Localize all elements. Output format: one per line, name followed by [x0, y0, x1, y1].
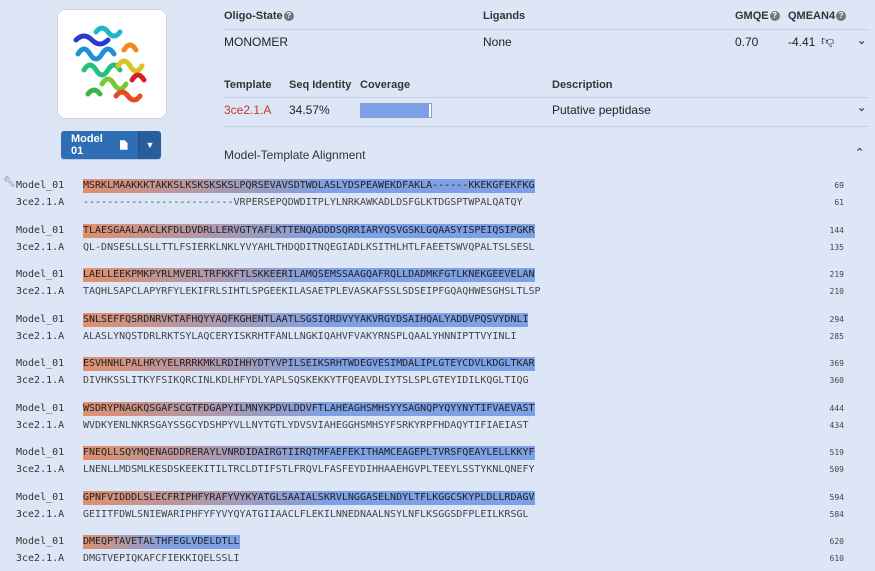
template-name-label: 3ce2.1.A: [16, 197, 65, 208]
residue-number: 135: [829, 243, 844, 252]
model-name-label: Model_01: [16, 447, 65, 458]
residue-number: 294: [829, 315, 844, 324]
template-sequence[interactable]: DIVHKSSLITKYFSIKQRCINLKDLHFYDLYAPLSQSKEK…: [83, 374, 683, 388]
template-sequence[interactable]: DMGTVEPIQKAFCFIEKKIQELSSLI: [83, 552, 683, 566]
model-sequence[interactable]: MSRKLMAAKKKTAKKSLKSKSKSKSLPQRSEVAVSDTWDL…: [83, 179, 535, 193]
qmean-header: QMEAN4?: [788, 10, 847, 22]
residue-number: 519: [829, 448, 844, 457]
info-icon[interactable]: ?: [836, 11, 847, 21]
model-name-label: Model_01: [16, 358, 65, 369]
chevron-down-icon[interactable]: ⌄: [857, 34, 866, 47]
coverage-header: Coverage: [360, 79, 411, 91]
model-name-label: Model_01: [16, 314, 65, 325]
template-name-label: 3ce2.1.A: [16, 420, 65, 431]
gmqe-label: GMQE: [735, 10, 769, 22]
residue-number: 61: [834, 198, 844, 207]
divider: [224, 29, 870, 30]
residue-number: 219: [829, 270, 844, 279]
thumbs-down-icon: 👎︎: [821, 33, 835, 48]
gmqe-value: 0.70: [735, 35, 759, 49]
template-name-label: 3ce2.1.A: [16, 242, 65, 253]
residue-number: 584: [829, 510, 844, 519]
residue-number: 509: [829, 465, 844, 474]
model-sequence[interactable]: TLAESGAALAACLKFDLDVDRLLERVGTYAFLKTTENQAD…: [83, 224, 535, 238]
residue-number: 144: [829, 226, 844, 235]
model-sequence[interactable]: SNLSEFFQSRDNRVKTAFHQYYAQFKGHENTLAATLSGSI…: [83, 313, 529, 327]
model-sequence[interactable]: WSDRYPNAGKQSGAFSCGTFDGAPYILMNYKPDVLDDVFT…: [83, 402, 535, 416]
model-name-label: Model_01: [16, 492, 65, 503]
divider: [224, 97, 870, 98]
chevron-down-icon[interactable]: ⌄: [857, 101, 866, 114]
residue-number: 620: [829, 537, 844, 546]
qmean-label: QMEAN4: [788, 10, 836, 22]
template-sequence[interactable]: TAQHLSAPCLAPYRFYLEKIFRLSIHTLSPGEEKILASAE…: [83, 285, 683, 299]
model-button-label: Model 01: [71, 133, 103, 157]
ligands-value: None: [483, 35, 512, 49]
chevron-up-icon[interactable]: ⌃: [855, 146, 864, 159]
model-name-label: Model_01: [16, 269, 65, 280]
model-structure-thumbnail[interactable]: [57, 9, 167, 119]
alignment-title: Model-Template Alignment: [224, 148, 366, 162]
document-icon: [120, 140, 128, 150]
template-sequence[interactable]: LNENLLMDSMLKESDSKEEKITILTRCLDTIFSTLFRQVL…: [83, 463, 683, 477]
residue-number: 369: [829, 359, 844, 368]
model-name-label: Model_01: [16, 536, 65, 547]
model-name-label: Model_01: [16, 180, 65, 191]
description-value: Putative peptidase: [552, 103, 651, 117]
divider: [224, 126, 870, 127]
seq-identity-value: 34.57%: [289, 103, 330, 117]
coverage-bar: [360, 103, 432, 118]
template-header: Template: [224, 79, 272, 91]
model-selector[interactable]: Model 01 ▼: [61, 131, 161, 159]
qmean-value: -4.41: [788, 35, 816, 49]
description-header: Description: [552, 79, 613, 91]
template-name-label: 3ce2.1.A: [16, 464, 65, 475]
template-sequence[interactable]: QL-DNSESLLSLLTTLFSIERKLNKLYVYAHLTHDQDITN…: [83, 241, 683, 255]
residue-number: 610: [829, 554, 844, 563]
template-link[interactable]: 3ce2.1.A: [224, 103, 271, 117]
wrench-icon[interactable]: 🔧︎: [3, 177, 16, 188]
oligo-state-header: Oligo-State?: [224, 10, 294, 22]
template-name-label: 3ce2.1.A: [16, 375, 65, 386]
info-icon[interactable]: ?: [769, 11, 780, 21]
oligo-state-value: MONOMER: [224, 35, 288, 49]
model-sequence[interactable]: FNEQLLSQYMQENAGDDRERAYLVNRDIDAIRGTIIRQTM…: [83, 446, 535, 460]
coverage-fill: [361, 104, 429, 117]
seq-identity-header: Seq Identity: [289, 79, 352, 91]
residue-number: 285: [829, 332, 844, 341]
template-sequence[interactable]: GEIITFDWLSNIEWARIPHFYFYVYQYATGIIAACLFLEK…: [83, 508, 683, 522]
protein-structure-image: [73, 25, 147, 103]
template-sequence[interactable]: -------------------------VRPERSEPQDWDITP…: [83, 196, 683, 210]
model-name-label: Model_01: [16, 403, 65, 414]
residue-number: 360: [829, 376, 844, 385]
gmqe-header: GMQE?: [735, 10, 780, 22]
residue-number: 594: [829, 493, 844, 502]
model-name-label: Model_01: [16, 225, 65, 236]
template-name-label: 3ce2.1.A: [16, 553, 65, 564]
model-button[interactable]: Model 01: [61, 131, 138, 159]
model-sequence[interactable]: ESVHNHLPALHRYYELRRRKMKLRDIHHYDTYVPILSEIK…: [83, 357, 535, 371]
residue-number: 69: [834, 181, 844, 190]
info-icon[interactable]: ?: [283, 11, 294, 21]
oligo-state-label: Oligo-State: [224, 10, 283, 22]
template-sequence[interactable]: ALASLYNQSTDRLRKTSYLAQCERYISKRHTFANLLNGKI…: [83, 330, 683, 344]
template-name-label: 3ce2.1.A: [16, 286, 65, 297]
template-name-label: 3ce2.1.A: [16, 331, 65, 342]
caret-down-icon[interactable]: ▼: [138, 131, 161, 159]
template-name-label: 3ce2.1.A: [16, 509, 65, 520]
residue-number: 210: [829, 287, 844, 296]
model-sequence[interactable]: DMEQPTAVETALTHFEGLVDELDTLL: [83, 535, 240, 549]
model-sequence[interactable]: GPNFVIDDDLSLECFRIPHFYRAFYVYKYATGLSAAIALS…: [83, 491, 535, 505]
residue-number: 444: [829, 404, 844, 413]
template-sequence[interactable]: WVDKYENLNKRSGAYSSGCYDSHPYVLLNYTGTLYDVSVI…: [83, 419, 683, 433]
model-sequence[interactable]: LAELLEEKPMKPYRLMVERLTRFKKFTLSKKEERILAMQS…: [83, 268, 535, 282]
residue-number: 434: [829, 421, 844, 430]
ligands-header: Ligands: [483, 10, 526, 22]
